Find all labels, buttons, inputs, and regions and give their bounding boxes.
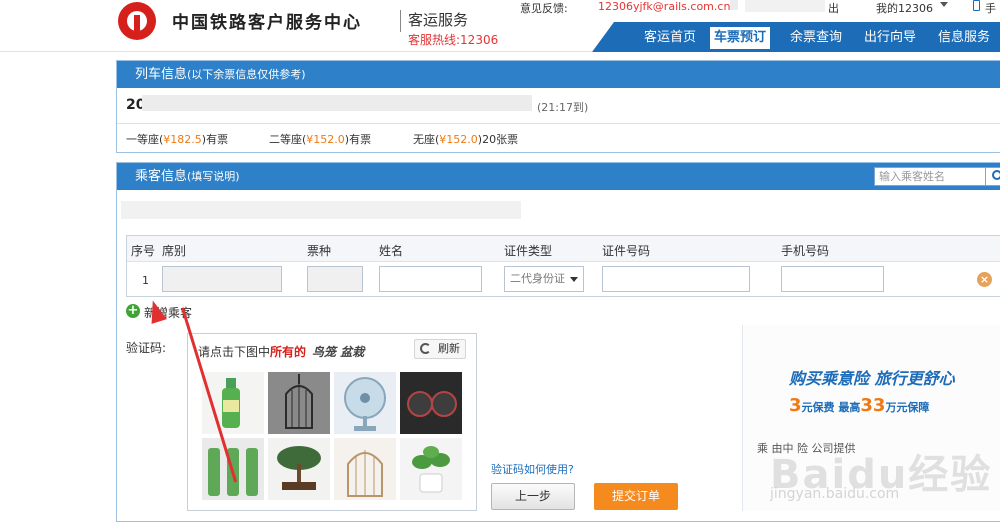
coverage-amount: 33: [860, 395, 886, 416]
seat-status: 有票: [349, 133, 372, 146]
seat-second-class: 二等座(¥152.0)有票: [269, 133, 372, 146]
captcha-label: 验证码:: [126, 341, 167, 355]
mobile-phone-icon[interactable]: [973, 0, 980, 11]
captcha-image-birdcage[interactable]: [268, 372, 330, 434]
captcha-image-fan[interactable]: [334, 372, 396, 434]
captcha-box: 请点击下图中所有的 鸟笼 盆栽 刷新: [187, 333, 477, 511]
nav-item-booking[interactable]: 车票预订: [710, 27, 771, 49]
header-divider: [400, 10, 401, 32]
fill-instructions-link[interactable]: (填写说明): [187, 170, 240, 183]
seat-price: ¥182.5: [163, 133, 202, 146]
hotline-text: 客服热线:12306: [408, 33, 499, 47]
seat-name: 一等座: [126, 133, 159, 146]
id-type-value: 二代身份证: [510, 272, 565, 285]
plus-icon: +: [126, 303, 140, 318]
captcha-prompt: 请点击下图中所有的 鸟笼 盆栽: [198, 343, 364, 360]
passenger-search-button[interactable]: [985, 167, 1000, 186]
redacted-train-detail: [142, 95, 532, 111]
coverage-label: 万元保障: [885, 401, 930, 414]
redacted-user-block: [730, 0, 738, 10]
train-info-panel: 列车信息(以下余票信息仅供参考) 20 (21:17到) 一等座(¥182.5)…: [116, 60, 1000, 153]
seat-price: ¥152.0: [439, 133, 478, 146]
arrival-time: (21:17到): [537, 101, 589, 114]
seat-status: 有票: [206, 133, 229, 146]
table-header: [127, 236, 1000, 262]
submit-order-button[interactable]: 提交订单: [594, 483, 678, 510]
nav-item-info-service[interactable]: 信息服务: [934, 27, 994, 49]
captcha-help-link[interactable]: 验证码如何使用?: [491, 461, 574, 477]
my-account-link[interactable]: 我的12306: [876, 0, 933, 16]
refresh-label: 刷新: [438, 342, 460, 355]
captcha-image-dashboard[interactable]: [400, 372, 462, 434]
railway-logo-icon[interactable]: [118, 2, 156, 40]
ticket-type-select[interactable]: [307, 266, 363, 292]
train-info-header: 列车信息(以下余票信息仅供参考): [117, 61, 1000, 88]
nav-corner: [592, 22, 614, 52]
mobile-link[interactable]: 手: [985, 0, 996, 16]
nav-item-ticket-query[interactable]: 余票查询: [786, 27, 846, 49]
max-label: 最高: [838, 401, 861, 414]
feedback-email-link[interactable]: 12306yjfk@rails.com.cn: [598, 0, 730, 13]
seat-first-class: 一等座(¥182.5)有票: [126, 133, 229, 146]
col-id-type: 证件类型: [504, 244, 553, 258]
nav-item-home[interactable]: 客运首页: [640, 27, 700, 49]
seat-class-select[interactable]: [162, 266, 282, 292]
redacted-username: [745, 0, 825, 12]
seat-status: 20张票: [482, 133, 519, 146]
prev-step-button[interactable]: 上一步: [491, 483, 575, 510]
col-no: 序号: [131, 244, 156, 258]
row-number: 1: [142, 274, 149, 287]
feedback-label: 意见反馈:: [520, 2, 568, 15]
chevron-down-icon: [570, 277, 578, 282]
col-phone: 手机号码: [781, 244, 830, 258]
refresh-icon: [420, 343, 431, 354]
passenger-search-input[interactable]: 输入乘客姓名: [874, 167, 986, 186]
seat-no-seat: 无座(¥152.0)20张票: [413, 133, 519, 146]
train-info-divider: [117, 123, 1000, 124]
passenger-table: 序号 席别 票种 姓名 证件类型 证件号码 手机号码 1 二代身份证 ×: [126, 235, 1000, 297]
premium-amount: 3: [789, 395, 802, 416]
passenger-info-title: 乘客信息: [135, 169, 188, 184]
col-id-number: 证件号码: [602, 244, 651, 258]
phone-field[interactable]: [781, 266, 884, 292]
captcha-prompt-emphasis: 所有的: [270, 345, 307, 359]
id-number-field[interactable]: [602, 266, 750, 292]
passenger-info-header: 乘客信息(填写说明): [117, 163, 1000, 190]
col-seat-class: 席别: [162, 244, 187, 258]
nav-item-travel-guide[interactable]: 出行向导: [860, 27, 920, 49]
premium-label: 元保费: [801, 401, 835, 414]
captcha-image-birdcage-2[interactable]: [334, 438, 396, 500]
remove-passenger-icon[interactable]: ×: [977, 272, 992, 287]
site-name: 中国铁路客户服务中心: [172, 13, 362, 33]
train-info-title: 列车信息: [135, 67, 188, 82]
seat-name: 二等座: [269, 133, 302, 146]
name-field[interactable]: [379, 266, 482, 292]
logout-link[interactable]: 出: [828, 0, 839, 16]
captcha-prompt-text: 请点击下图中: [198, 345, 271, 359]
captcha-image-plant[interactable]: [400, 438, 462, 500]
captcha-image-bonsai[interactable]: [268, 438, 330, 500]
service-name: 客运服务: [408, 11, 469, 29]
insurance-offer: 3元保费 最高33万元保障: [789, 395, 929, 416]
captcha-refresh-button[interactable]: 刷新: [414, 339, 466, 359]
captcha-target-word: 鸟笼 盆栽: [312, 345, 365, 359]
insurance-title: 购买乘意险 旅行更舒心: [789, 369, 955, 388]
baidu-watermark-url: jingyan.baidu.com: [770, 486, 900, 502]
seat-price: ¥152.0: [306, 133, 345, 146]
chevron-down-icon[interactable]: [940, 2, 948, 7]
id-type-select[interactable]: 二代身份证: [504, 266, 584, 292]
search-icon: [992, 170, 1000, 180]
train-info-note: (以下余票信息仅供参考): [187, 68, 306, 81]
col-name: 姓名: [379, 244, 404, 258]
seat-name: 无座: [413, 133, 435, 146]
redacted-saved-passengers: [121, 201, 521, 219]
col-ticket-type: 票种: [307, 244, 332, 258]
